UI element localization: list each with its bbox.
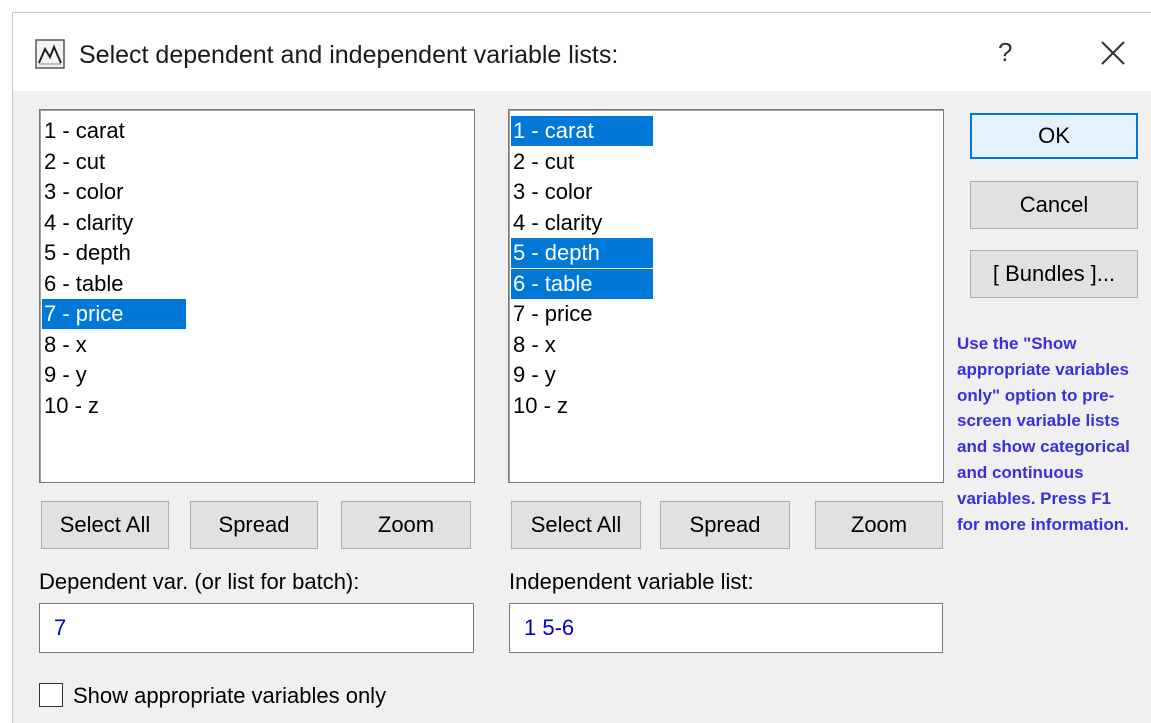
background-strip — [0, 0, 1151, 12]
dialog-title: Select dependent and independent variabl… — [79, 41, 619, 69]
list-item[interactable]: 4 - clarity — [511, 208, 602, 238]
list-item[interactable]: 10 - z — [42, 391, 99, 421]
list-item[interactable]: 5 - depth — [511, 238, 653, 268]
hint-text: Use the "Show appropriate variables only… — [957, 334, 1130, 534]
list-item[interactable]: 6 - table — [511, 268, 653, 299]
list-item[interactable]: 6 - table — [42, 269, 124, 299]
list-item[interactable]: 2 - cut — [511, 147, 574, 177]
list-item[interactable]: 3 - color — [42, 177, 123, 207]
list-item[interactable]: 7 - price — [511, 299, 592, 329]
independent-var-field[interactable]: 1 5-6 — [509, 603, 943, 653]
list-item[interactable]: 9 - y — [42, 360, 87, 390]
ok-button[interactable]: OK — [970, 113, 1138, 159]
chart-icon — [35, 39, 65, 69]
dependent-select-all-button[interactable]: Select All — [41, 501, 169, 549]
show-appropriate-label: Show appropriate variables only — [73, 683, 387, 708]
independent-field-label: Independent variable list: — [509, 569, 754, 594]
title-bar: Select dependent and independent variabl… — [13, 13, 1151, 91]
independent-select-all-button[interactable]: Select All — [511, 501, 641, 549]
independent-spread-button[interactable]: Spread — [660, 501, 790, 549]
close-icon[interactable] — [1093, 33, 1133, 73]
variables-dialog: Select dependent and independent variabl… — [12, 12, 1151, 723]
list-item[interactable]: 3 - color — [511, 177, 592, 207]
show-appropriate-checkbox[interactable] — [39, 683, 63, 707]
dependent-zoom-button[interactable]: Zoom — [341, 501, 471, 549]
list-item[interactable]: 1 - carat — [511, 116, 653, 146]
help-button[interactable]: ? — [998, 37, 1012, 68]
list-item[interactable]: 5 - depth — [42, 238, 131, 268]
dependent-variable-list[interactable]: 1 - carat 2 - cut 3 - color 4 - clarity 5 - … — [39, 109, 475, 483]
dependent-field-label: Dependent var. (or list for batch): — [39, 569, 360, 594]
dependent-var-field[interactable]: 7 — [39, 603, 474, 653]
independent-variable-list[interactable]: 1 - carat 2 - cut 3 - color 4 - clarity 5 - … — [508, 109, 944, 483]
bundles-button[interactable]: [ Bundles ]... — [970, 250, 1138, 298]
list-item[interactable]: 4 - clarity — [42, 208, 133, 238]
independent-zoom-button[interactable]: Zoom — [815, 501, 943, 549]
list-item[interactable]: 2 - cut — [42, 147, 105, 177]
list-item[interactable]: 10 - z — [511, 391, 568, 421]
list-item[interactable]: 8 - x — [511, 330, 556, 360]
cancel-button[interactable]: Cancel — [970, 181, 1138, 229]
list-item[interactable]: 7 - price — [42, 299, 186, 329]
list-item[interactable]: 8 - x — [42, 330, 87, 360]
list-item[interactable]: 1 - carat — [42, 116, 125, 146]
dependent-spread-button[interactable]: Spread — [190, 501, 318, 549]
list-item[interactable]: 9 - y — [511, 360, 556, 390]
